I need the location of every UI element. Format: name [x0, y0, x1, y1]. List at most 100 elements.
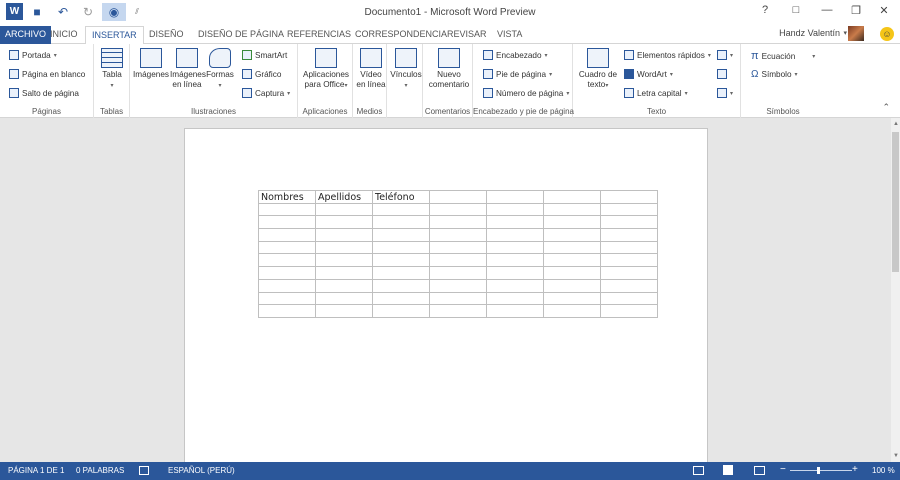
- proofing-icon[interactable]: [139, 466, 149, 475]
- captura-button[interactable]: Captura ▾: [242, 88, 290, 98]
- pie-de-pagina-button[interactable]: Pie de página ▾: [483, 69, 552, 79]
- table-cell[interactable]: [600, 278, 658, 293]
- table-cell[interactable]: [315, 228, 373, 242]
- table-cell[interactable]: [258, 202, 316, 217]
- word-count[interactable]: 0 PALABRAS: [76, 466, 124, 475]
- tab-correspondencia[interactable]: CORRESPONDENCIA: [349, 26, 453, 44]
- letra-capital-button[interactable]: Letra capital ▾: [624, 88, 688, 98]
- table-cell[interactable]: [543, 266, 601, 280]
- date-time-button[interactable]: [717, 69, 727, 79]
- table-cell[interactable]: [600, 291, 658, 306]
- tab-vista[interactable]: VISTA: [491, 26, 528, 44]
- imagenes-button[interactable]: Imágenes: [132, 48, 170, 80]
- table-cell[interactable]: [486, 253, 544, 268]
- scroll-up-icon[interactable]: ▲: [893, 121, 899, 127]
- table-cell[interactable]: [315, 278, 373, 293]
- scroll-thumb[interactable]: [892, 132, 899, 272]
- tab-referencias[interactable]: REFERENCIAS: [281, 26, 357, 44]
- table-cell[interactable]: [258, 215, 316, 230]
- table-cell[interactable]: [486, 304, 544, 318]
- table-cell[interactable]: [600, 253, 658, 268]
- table-cell[interactable]: [315, 253, 373, 268]
- table-cell[interactable]: [486, 202, 544, 217]
- table-cell[interactable]: [429, 228, 487, 242]
- tab-revisar[interactable]: REVISAR: [441, 26, 493, 44]
- table-cell[interactable]: [429, 253, 487, 268]
- zoom-slider[interactable]: [790, 470, 852, 471]
- table-cell[interactable]: [600, 228, 658, 242]
- user-dropdown-icon[interactable]: ▾: [843, 29, 847, 37]
- table-cell[interactable]: [486, 228, 544, 242]
- zoom-in-button[interactable]: +: [852, 464, 858, 475]
- table-cell[interactable]: Teléfono: [372, 190, 430, 204]
- table-cell[interactable]: [543, 202, 601, 217]
- table-cell[interactable]: [486, 215, 544, 230]
- table-cell[interactable]: [429, 278, 487, 293]
- avatar[interactable]: [848, 26, 864, 41]
- table-cell[interactable]: [600, 304, 658, 318]
- table-cell[interactable]: [315, 304, 373, 318]
- table-cell[interactable]: [486, 266, 544, 280]
- table-cell[interactable]: [258, 278, 316, 293]
- scroll-down-icon[interactable]: ▼: [893, 453, 899, 459]
- table-cell[interactable]: [372, 253, 430, 268]
- table-cell[interactable]: [543, 190, 601, 204]
- table-cell[interactable]: [600, 190, 658, 204]
- table-cell[interactable]: [372, 215, 430, 230]
- table-cell[interactable]: [429, 266, 487, 280]
- portada-button[interactable]: Portada ▾: [9, 50, 57, 60]
- table-cell[interactable]: [372, 304, 430, 318]
- table-cell[interactable]: [429, 240, 487, 255]
- pagina-en-blanco-button[interactable]: Página en blanco: [9, 69, 85, 79]
- numero-de-pagina-button[interactable]: Número de página ▾: [483, 88, 569, 98]
- table-cell[interactable]: [315, 202, 373, 217]
- object-button[interactable]: ▾: [717, 88, 733, 98]
- document-table[interactable]: Nombres Apellidos Teléfono: [258, 190, 658, 318]
- web-layout-icon[interactable]: [754, 466, 765, 475]
- table-cell[interactable]: [315, 266, 373, 280]
- ribbon-display-options-icon[interactable]: □: [784, 4, 808, 22]
- imagenes-en-linea-button[interactable]: Imágenes en línea: [170, 48, 206, 90]
- tabla-button[interactable]: Tabla ▾: [100, 48, 124, 91]
- print-layout-icon[interactable]: [723, 465, 733, 475]
- grafico-button[interactable]: Gráfico: [242, 69, 281, 79]
- table-cell[interactable]: Apellidos: [315, 190, 373, 204]
- table-cell[interactable]: [258, 304, 316, 318]
- user-name[interactable]: Handz Valentín: [779, 28, 840, 38]
- table-cell[interactable]: [372, 240, 430, 255]
- table-cell[interactable]: [600, 215, 658, 230]
- wordart-button[interactable]: WordArt ▾: [624, 69, 673, 79]
- table-cell[interactable]: [600, 240, 658, 255]
- table-cell[interactable]: [429, 190, 487, 204]
- table-cell[interactable]: [315, 240, 373, 255]
- table-cell[interactable]: [372, 228, 430, 242]
- feedback-smiley-icon[interactable]: ☺: [880, 27, 894, 41]
- table-cell[interactable]: [258, 291, 316, 306]
- table-cell[interactable]: [486, 278, 544, 293]
- table-cell[interactable]: [429, 304, 487, 318]
- table-cell[interactable]: [429, 215, 487, 230]
- table-cell[interactable]: [600, 202, 658, 217]
- tab-diseno-pagina[interactable]: DISEÑO DE PÁGINA: [192, 26, 290, 44]
- salto-de-pagina-button[interactable]: Salto de página: [9, 88, 79, 98]
- cuadro-de-texto-button[interactable]: Cuadro de texto▾: [575, 48, 621, 91]
- table-cell[interactable]: [429, 202, 487, 217]
- table-cell[interactable]: [372, 266, 430, 280]
- simbolo-button[interactable]: Ω Símbolo ▾: [751, 69, 798, 80]
- ecuacion-button[interactable]: π Ecuación ▾: [751, 50, 815, 62]
- minimize-button[interactable]: —: [815, 4, 839, 22]
- vertical-scrollbar[interactable]: ▲ ▼: [891, 118, 900, 462]
- table-cell[interactable]: [258, 266, 316, 280]
- nuevo-comentario-button[interactable]: Nuevo comentario: [425, 48, 473, 90]
- table-cell[interactable]: [429, 291, 487, 306]
- elementos-rapidos-button[interactable]: Elementos rápidos ▾: [624, 50, 711, 60]
- page-count[interactable]: PÁGINA 1 DE 1: [8, 466, 64, 475]
- table-cell[interactable]: [315, 291, 373, 306]
- aplicaciones-office-button[interactable]: Aplicaciones para Office▾: [300, 48, 352, 91]
- table-cell[interactable]: [543, 278, 601, 293]
- table-cell[interactable]: [543, 228, 601, 242]
- collapse-ribbon-icon[interactable]: ⌃: [882, 102, 890, 113]
- zoom-out-button[interactable]: −: [780, 464, 786, 475]
- zoom-slider-thumb[interactable]: [817, 467, 820, 474]
- table-cell[interactable]: [486, 190, 544, 204]
